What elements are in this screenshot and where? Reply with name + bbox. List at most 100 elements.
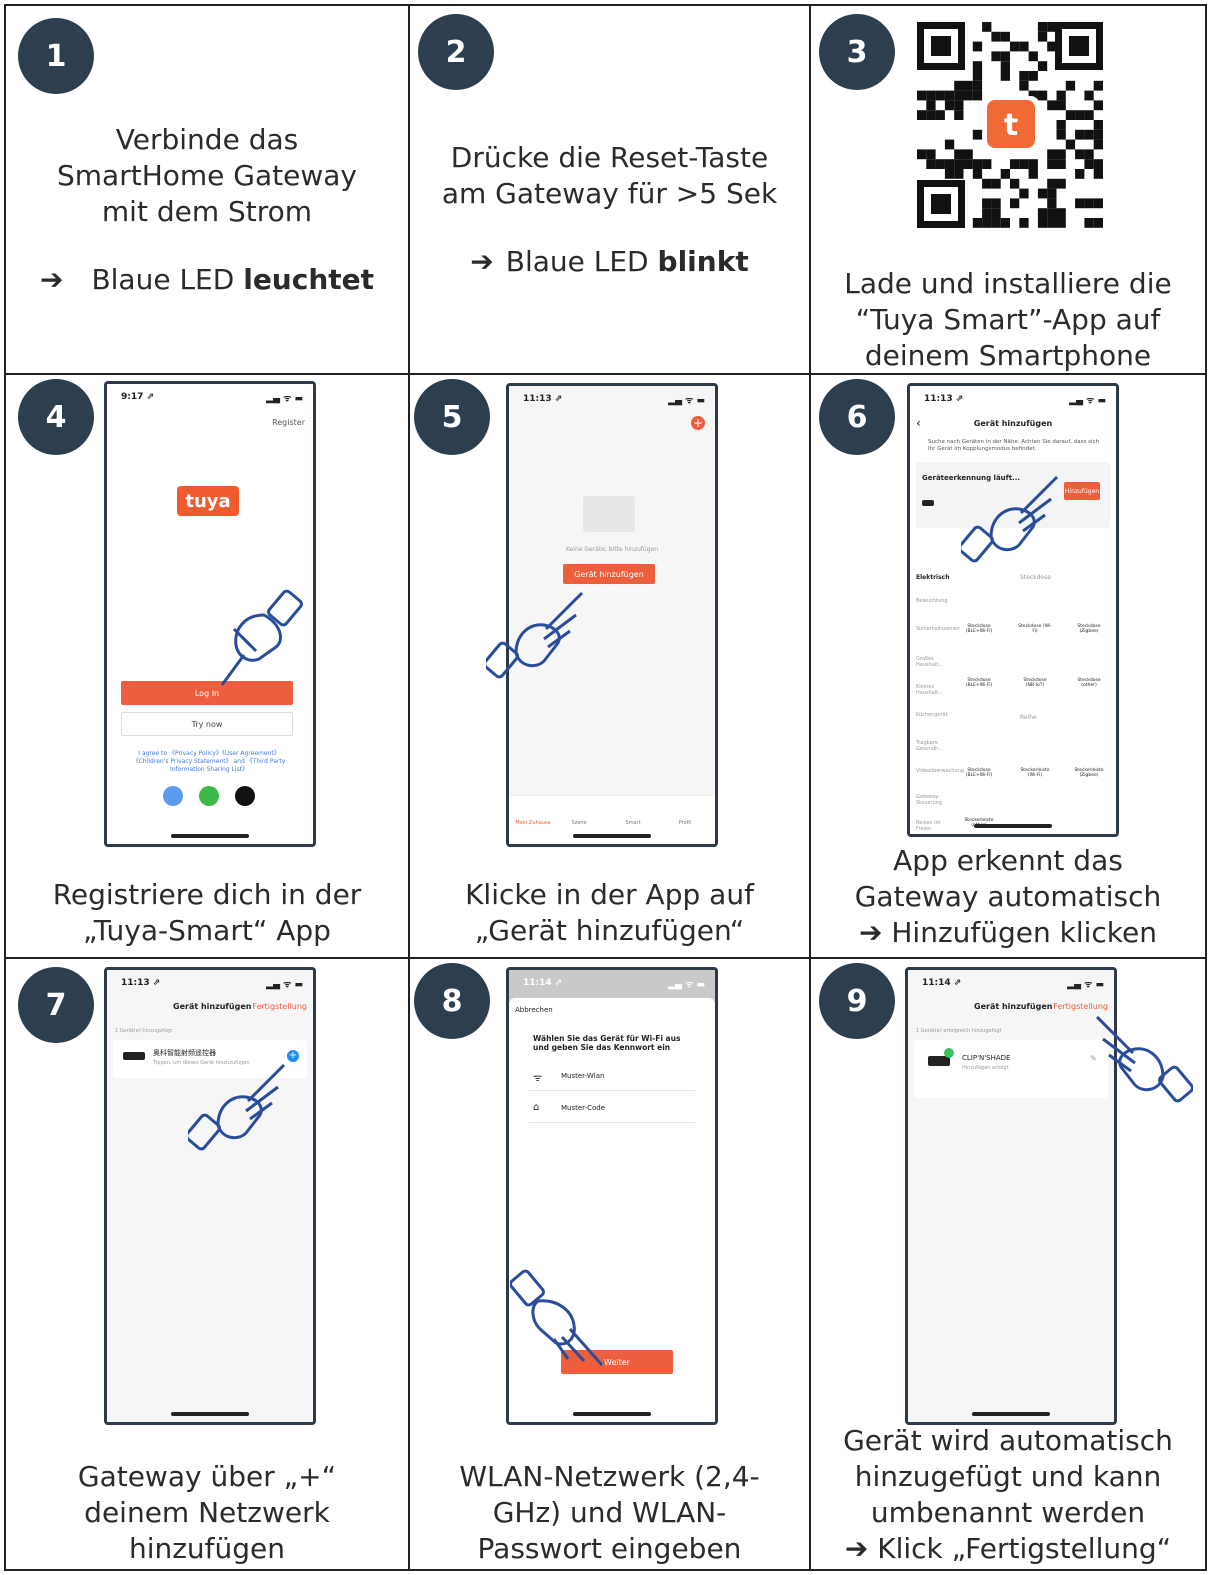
qr-module: [926, 159, 936, 169]
group-label: Reihe: [1020, 714, 1037, 721]
step-number: 6: [819, 379, 895, 455]
signal-icon: ▂▄ ᯤ ▬: [1067, 980, 1104, 990]
qr-module: [1047, 149, 1057, 160]
step-text: Verbinde das: [115, 123, 299, 156]
qr-module: [1047, 178, 1057, 189]
step-text: hinzufügen: [128, 1532, 286, 1565]
try-now-button[interactable]: Try now: [121, 712, 293, 736]
device-type-item[interactable]: Steckerleiste (Zigbee): [1072, 768, 1106, 778]
qr-module: [1028, 71, 1038, 81]
qr-module: [1056, 178, 1066, 189]
device-type-item[interactable]: Steckdose (other): [1072, 678, 1106, 688]
step-text: “Tuya Smart”-App auf: [855, 303, 1161, 336]
category-item[interactable]: Großes Haushalt...: [916, 656, 954, 668]
step-text: deinem Smartphone: [864, 339, 1152, 372]
qr-module: [1084, 90, 1094, 101]
step-text: am Gateway für >5 Sek: [441, 177, 778, 210]
device-type-item[interactable]: Steckdose (Wi-Fi): [1018, 624, 1052, 634]
tab-profile[interactable]: Profil: [665, 820, 705, 826]
qr-module: [935, 159, 945, 169]
category-item[interactable]: Küchengerät: [916, 712, 954, 718]
wifi-icon: ᯤ: [533, 1073, 543, 1084]
device-type-item[interactable]: Steckdose (BLE+Wi-Fi): [962, 624, 996, 634]
qr-module: [972, 71, 983, 81]
password-field[interactable]: Muster-Code: [561, 1104, 605, 1112]
qr-module: [935, 110, 945, 120]
qr-module: [1093, 169, 1103, 179]
step-number: 4: [18, 379, 94, 455]
qr-module: [944, 169, 955, 179]
step-2-cell: 2 Drücke die Reset-Taste am Gateway für …: [410, 6, 809, 373]
qr-module: [972, 61, 983, 71]
qr-module: [926, 90, 936, 101]
category-item[interactable]: Videoüberwachung: [916, 768, 964, 774]
screen-title: Gerät hinzufügen: [974, 1002, 1053, 1011]
phone-screenshot: 11:13 ⇗ ▂▄ ᯤ ▬ ‹ Gerät hinzufügen Suche n…: [907, 383, 1119, 837]
qr-module: [1000, 169, 1010, 179]
arrow-icon: ➔: [470, 245, 494, 278]
device-type-item[interactable]: Steckdose (Zigbee): [1072, 624, 1106, 634]
qr-module: [1075, 198, 1085, 209]
home-indicator: [974, 824, 1052, 828]
device-type-item[interactable]: Steckdose (BLE+Wi-Fi): [962, 678, 996, 688]
cancel-button[interactable]: Abbrechen: [515, 1006, 553, 1014]
device-type-item[interactable]: Steckdose (BLE+Wi-Fi): [962, 768, 996, 778]
qr-module: [982, 198, 992, 209]
apple-login-icon[interactable]: [235, 786, 255, 806]
home-indicator: [972, 1412, 1050, 1416]
screen-title: Gerät hinzufügen: [973, 419, 1053, 428]
lock-icon: ⌂: [533, 1102, 540, 1113]
qq-login-icon[interactable]: [163, 786, 183, 806]
qr-module: [972, 129, 983, 140]
signal-icon: ▂▄ ᯤ ▬: [668, 396, 705, 406]
qr-module: [1056, 218, 1066, 228]
qr-module: [1075, 129, 1085, 140]
tab-home[interactable]: Mein Zuhause: [513, 820, 553, 826]
agreement-text[interactable]: I agree to 《Privacy Policy》《User Agreeme…: [129, 750, 289, 774]
pointing-hand-icon: [188, 1063, 286, 1151]
category-item[interactable]: Gateway-Steuerung: [916, 794, 954, 806]
qr-module: [944, 139, 955, 150]
qr-module: [1037, 208, 1048, 218]
qr-module: [954, 169, 964, 179]
step-number: 1: [18, 18, 94, 94]
qr-module: [1010, 159, 1020, 169]
category-item[interactable]: Tragbare Gesundh...: [916, 740, 954, 752]
qr-module: [1000, 218, 1010, 228]
ssid-field[interactable]: Muster-Wlan: [561, 1072, 604, 1080]
qr-module: [1075, 169, 1085, 179]
status-time: 11:13 ⇗: [121, 978, 161, 988]
device-type-item[interactable]: Steckerleiste (Wi-Fi): [1018, 768, 1052, 778]
step-6-cell: 6 11:13 ⇗ ▂▄ ᯤ ▬ ‹ Gerät hinzufügen Suche…: [811, 375, 1205, 957]
tab-scene[interactable]: Szene: [559, 820, 599, 826]
category-item[interactable]: Kleines Haushalt...: [916, 684, 954, 696]
qr-module: [954, 149, 964, 160]
qr-module: [1093, 218, 1103, 228]
qr-module: [1010, 198, 1020, 209]
qr-module: [963, 159, 973, 169]
category-item[interactable]: Reisen im Freien: [916, 820, 954, 832]
category-item[interactable]: Sicherheitssensor: [916, 626, 960, 632]
add-device-button[interactable]: Gerät hinzufügen: [563, 564, 655, 584]
qr-module: [944, 100, 955, 111]
qr-module: [1084, 110, 1094, 120]
tab-smart[interactable]: Smart: [613, 820, 653, 826]
device-type-item[interactable]: Steckdose (NB-IoT): [1018, 678, 1052, 688]
step-text: Gateway über „+“: [77, 1460, 337, 1493]
qr-module: [963, 90, 973, 101]
qr-module: [1028, 51, 1038, 62]
category-item[interactable]: Elektrisch: [916, 574, 950, 581]
category-item[interactable]: Beleuchtung: [916, 598, 954, 604]
step-number: 9: [819, 963, 895, 1039]
register-link[interactable]: Register: [272, 418, 305, 427]
qr-module: [926, 149, 936, 160]
qr-module: [972, 169, 983, 179]
qr-module: [972, 80, 983, 91]
qr-module: [917, 90, 927, 101]
qr-module: [1047, 41, 1057, 52]
wechat-login-icon[interactable]: [199, 786, 219, 806]
done-button[interactable]: Fertigstellung: [252, 1002, 307, 1011]
added-count: 1 Gerät(e) hinzugefügt: [115, 1028, 173, 1034]
add-plus-icon[interactable]: +: [691, 416, 705, 430]
qr-module: [1047, 198, 1057, 209]
